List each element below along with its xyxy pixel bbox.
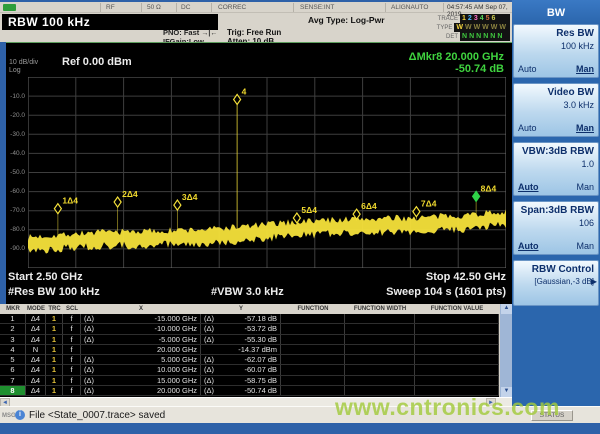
indicator-dc: DC (181, 4, 191, 11)
vbw-label: #VBW 3.0 kHz (211, 286, 284, 298)
sweep-label: Sweep 104 s (1601 pts) (386, 286, 506, 298)
marker-diamond-3Δ4[interactable] (173, 199, 182, 212)
softkey-menu: BW Res BW 100 kHz Auto Man Video BW 3.0 … (512, 0, 600, 406)
spectrum-plot: 1Δ4 2Δ4 3Δ4 4 5Δ4 6Δ4 7Δ4 8Δ4 (28, 77, 506, 268)
column-header: Y (238, 306, 243, 312)
marker-diamond-5Δ4[interactable] (292, 211, 302, 225)
y-axis-label: -30.0 (10, 130, 25, 138)
man-option: Man (576, 182, 594, 192)
column-header: TRC (48, 306, 61, 312)
auto-option: Auto (518, 123, 537, 133)
y-axis-label: -10.0 (10, 92, 25, 100)
watermark: www.cntronics.com (335, 394, 560, 420)
indicator-impedance: 50 Ω (147, 4, 161, 11)
graph-area: 10 dB/div Log Ref 0.00 dBm ΔMkr8 20.000 G… (6, 42, 512, 304)
y-axis-label: -60.0 (10, 188, 25, 196)
marker-table-row[interactable]: 4 N 1 f 20.000 GHz -14.37 dBm (0, 344, 512, 356)
y-axis-label: -40.0 (10, 149, 25, 157)
column-header: FUNCTION WIDTH (353, 306, 407, 312)
trace-status-row: DET NNNNNN (432, 32, 510, 41)
marker-label: 7Δ4 (421, 199, 437, 209)
softkey-vbw-3db-rbw[interactable]: VBW:3dB RBW 1.0 Auto Man (513, 142, 599, 196)
status-message: File <State_0007.trace> saved (29, 410, 166, 421)
trig-label: Trig: Free Run (227, 28, 282, 37)
pno-label: PNO: Fast (163, 28, 200, 37)
marker-label: 1Δ4 (62, 196, 78, 206)
column-header: FUNCTION VALUE (430, 306, 484, 312)
avg-type-label: Avg Type: Log-Pwr (308, 15, 385, 25)
man-option: Man (576, 241, 594, 251)
marker-diamond-8Δ4[interactable] (471, 190, 481, 203)
trace-status-block: TRACE 123456 TYPE WWWWWW DET NNNNNN (432, 14, 510, 41)
marker-table-row[interactable]: 2 Δ4 1 f (Δ) -10.000 GHz (Δ) -53.72 dB (0, 324, 512, 335)
indicator-row: RF 50 Ω DC CORREC SENSE:INT ALIGNAUTO 04… (0, 2, 512, 18)
res-bw-label: #Res BW 100 kHz (8, 286, 100, 298)
indicator-sense: SENSE:INT (300, 4, 335, 11)
spectrum-analyzer-screen: RF 50 Ω DC CORREC SENSE:INT ALIGNAUTO 04… (0, 0, 600, 434)
indicator-rf: RF (106, 4, 115, 11)
trace-status-row: TRACE 123456 (432, 14, 510, 23)
auto-option: Auto (518, 64, 537, 74)
column-header: SCL (66, 306, 78, 312)
softkey-video-bw[interactable]: Video BW 3.0 kHz Auto Man (513, 83, 599, 137)
info-icon: i (15, 410, 25, 420)
y-axis-label: -50.0 (10, 169, 25, 176)
marker-label: 2Δ4 (122, 189, 138, 199)
scale-label: 10 dB/div Log (9, 59, 39, 74)
y-axis-label: -90.0 (10, 245, 25, 253)
pno-arrow-icon: →|← (201, 30, 218, 37)
menu-title: BW (512, 0, 600, 24)
marker-table-row[interactable]: 6 Δ4 1 f (Δ) 10.000 GHz (Δ) -60.07 dB (0, 365, 512, 376)
auto-option: Auto (518, 182, 539, 192)
msg-label: MSG (2, 413, 16, 419)
column-header: X (138, 306, 143, 312)
scroll-up-icon[interactable]: ▲ (501, 304, 512, 314)
marker-table-row[interactable]: 5 Δ4 1 f (Δ) 5.000 GHz (Δ) -62.07 dB (0, 355, 512, 366)
marker-label: 8Δ4 (481, 183, 497, 193)
column-header: FUNCTION (297, 306, 329, 312)
marker-diamond-7Δ4[interactable] (412, 205, 421, 218)
marker-table-row[interactable]: 3 Δ4 1 f (Δ) -5.000 GHz (Δ) -55.30 dB (0, 334, 512, 345)
marker-table-row[interactable]: 7 Δ4 1 f (Δ) 15.000 GHz (Δ) -58.75 dB (0, 375, 512, 387)
lan-status-icon (3, 4, 16, 11)
y-axis-labels: -10.0 -20.0 -30.0 -40.0 -50.0 -60.0 -70.0 -80.0… (6, 77, 26, 268)
marker-label: 6Δ4 (361, 201, 377, 211)
y-axis-label: -80.0 (10, 226, 25, 234)
indicator-align: ALIGNAUTO (391, 4, 429, 11)
auto-option: Auto (518, 241, 539, 251)
delta-marker-readout: ΔMkr8 20.000 GHz -50.74 dB (408, 51, 504, 75)
submenu-arrow-icon: ▶ (590, 277, 597, 286)
marker-label: 4 (242, 86, 247, 96)
marker-label: 3Δ4 (182, 192, 198, 202)
marker-table-row[interactable]: 1 Δ4 1 f (Δ) -15.000 GHz (Δ) -57.18 dB (0, 314, 512, 325)
marker-table: MKR MODE TRC SCL X Y FUNCTION FUNCTION WIDTH FUN… (0, 304, 512, 397)
y-axis-label: -20.0 (10, 111, 25, 119)
table-vertical-scrollbar[interactable]: ▲ ▼ (499, 304, 512, 397)
start-freq-label: Start 2.50 GHz (8, 271, 83, 283)
trace-status-row: TYPE WWWWWW (436, 23, 510, 32)
man-option: Man (576, 123, 594, 133)
stop-freq-label: Stop 42.50 GHz (425, 271, 506, 283)
column-header: MODE (27, 306, 45, 312)
man-option: Man (576, 64, 594, 74)
marker-diamond-1Δ4[interactable] (53, 202, 63, 215)
softkey-res-bw[interactable]: Res BW 100 kHz Auto Man (513, 24, 599, 78)
marker-diamond-2Δ4[interactable] (113, 196, 122, 209)
indicator-correc: CORREC (218, 4, 247, 11)
column-header: MKR (6, 306, 20, 312)
marker-label: 5Δ4 (301, 205, 317, 215)
top-bar: RF 50 Ω DC CORREC SENSE:INT ALIGNAUTO 04… (0, 2, 512, 46)
ref-level-label: Ref 0.00 dBm (62, 56, 132, 68)
softkey-rbw-control[interactable]: RBW Control [Gaussian,-3 dB] ▶ (513, 260, 599, 306)
marker-table-header: MKR MODE TRC SCL X Y FUNCTION FUNCTION WIDTH FUN… (0, 304, 512, 314)
y-axis-label: -70.0 (10, 207, 25, 215)
softkey-span-3db-rbw[interactable]: Span:3dB RBW 106 Auto Man (513, 201, 599, 255)
